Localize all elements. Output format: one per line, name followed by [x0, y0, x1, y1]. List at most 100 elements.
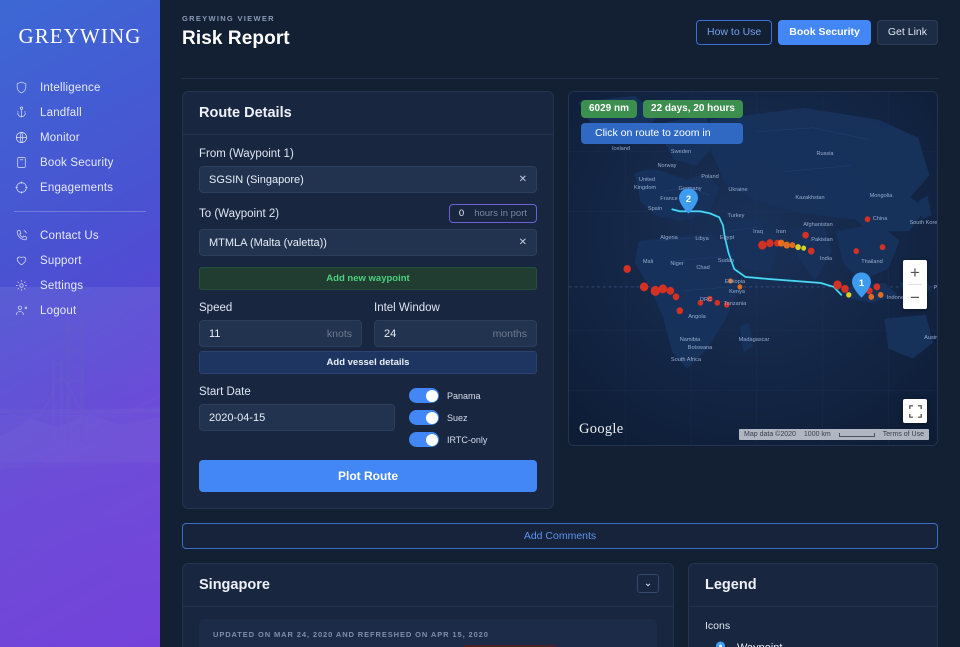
sidebar-item-settings[interactable]: Settings [14, 273, 160, 298]
map-canvas[interactable]: IcelandFinlandSwedenNorwayUnitedKingdomP… [569, 92, 937, 445]
map-country-label: Namibia [680, 337, 701, 343]
fullscreen-icon [909, 405, 922, 418]
sidebar-item-label: Book Security [40, 157, 114, 169]
sidebar-item-support[interactable]: Support [14, 248, 160, 273]
map-country-label: Angola [688, 314, 705, 320]
irtc-only-toggle-label: IRTC-only [447, 435, 487, 445]
how-to-use-button[interactable]: How to Use [696, 20, 772, 45]
country-intel-panel: Singapore ⌄ UPDATED ON MAR 24, 2020 AND … [182, 563, 674, 647]
intel-panel-title: Singapore [199, 577, 270, 593]
map-hint-badge: Click on route to zoom in [581, 123, 743, 144]
suez-toggle[interactable] [409, 410, 439, 425]
from-waypoint-value: SGSIN (Singapore) [209, 174, 304, 186]
map-labels: IcelandFinlandSwedenNorwayUnitedKingdomP… [569, 92, 937, 445]
toggle-knob [426, 434, 438, 446]
map-country-label: Niger [670, 261, 683, 267]
sidebar-primary-nav: Intelligence Landfall Monitor Book Secur… [0, 75, 160, 200]
logout-user-icon [14, 303, 29, 318]
map-data-text: Map data ©2020 [744, 431, 796, 438]
route-details-panel: Route Details From (Waypoint 1) SGSIN (S… [182, 91, 554, 509]
speed-input[interactable]: 11 knots [199, 320, 362, 347]
content: Route Details From (Waypoint 1) SGSIN (S… [160, 79, 960, 647]
map-country-label: Botswana [688, 345, 713, 351]
clear-icon[interactable]: ✕ [519, 175, 527, 185]
map-country-label: Kingdom [634, 185, 656, 191]
from-waypoint-input[interactable]: SGSIN (Singapore) ✕ [199, 166, 537, 193]
heart-icon [14, 253, 29, 268]
add-new-waypoint-button[interactable]: Add new waypoint [199, 267, 537, 290]
shield-icon [14, 80, 29, 95]
panama-toggle[interactable] [409, 388, 439, 403]
chevron-down-icon[interactable]: ⌄ [637, 574, 659, 593]
map-country-label: Russia [816, 151, 833, 157]
sidebar-item-monitor[interactable]: Monitor [14, 125, 160, 150]
speed-label: Speed [199, 302, 362, 314]
legend-body: Icons Waypoint High Threat Medium Threat [689, 607, 937, 647]
waypoint-marker-1[interactable]: 1 [852, 272, 871, 303]
legend-item-waypoint: Waypoint [705, 641, 921, 647]
legend-panel: Legend Icons Waypoint High Threat [688, 563, 938, 647]
sidebar-item-book-security[interactable]: Book Security [14, 150, 160, 175]
intel-card[interactable]: UPDATED ON MAR 24, 2020 AND REFRESHED ON… [199, 619, 657, 647]
speed-unit: knots [327, 328, 352, 340]
get-link-button[interactable]: Get Link [877, 20, 938, 45]
add-vessel-details-button[interactable]: Add vessel details [199, 351, 537, 374]
clear-icon[interactable]: ✕ [519, 238, 527, 248]
add-comments-button[interactable]: Add Comments [182, 523, 938, 549]
sidebar-item-label: Monitor [40, 132, 80, 144]
phone-icon [14, 228, 29, 243]
map-country-label: Kenya [729, 289, 745, 295]
map-country-label: Turkey [728, 213, 745, 219]
irtc-only-toggle[interactable] [409, 432, 439, 447]
map-country-label: Iraq [753, 229, 763, 235]
map-country-label: Pakistan [811, 237, 832, 243]
to-waypoint-input[interactable]: MTMLA (Malta (valetta)) ✕ [199, 229, 537, 256]
map-attribution: Map data ©2020 1000 km Terms of Use [739, 429, 929, 440]
duration-badge: 22 days, 20 hours [643, 100, 743, 118]
map-country-label: Tanzania [724, 301, 746, 307]
sidebar-item-label: Settings [40, 280, 83, 292]
route-map[interactable]: IcelandFinlandSwedenNorwayUnitedKingdomP… [568, 91, 938, 446]
start-date-input[interactable]: 2020-04-15 [199, 404, 395, 431]
sidebar-item-engagements[interactable]: Engagements [14, 175, 160, 200]
panama-toggle-row: Panama [409, 388, 537, 403]
fullscreen-button[interactable] [903, 399, 927, 423]
map-country-label: China [873, 216, 888, 222]
start-date-field: Start Date 2020-04-15 [199, 386, 395, 431]
speed-field: Speed 11 knots [199, 302, 362, 347]
plot-route-button[interactable]: Plot Route [199, 460, 537, 492]
sidebar-item-label: Support [40, 255, 82, 267]
map-country-label: Afghanistan [803, 222, 833, 228]
map-country-label: Poland [701, 174, 718, 180]
intel-card-meta: UPDATED ON MAR 24, 2020 AND REFRESHED ON… [213, 630, 643, 639]
hours-in-port-input[interactable]: 0 hours in port [449, 204, 537, 223]
waypoint-marker-2[interactable]: 2 [679, 188, 698, 219]
map-country-label: Iceland [612, 146, 630, 152]
sidebar-item-intelligence[interactable]: Intelligence [14, 75, 160, 100]
book-security-button[interactable]: Book Security [778, 20, 871, 45]
sidebar-item-logout[interactable]: Logout [14, 298, 160, 323]
toggle-knob [426, 390, 438, 402]
intel-card-list: UPDATED ON MAR 24, 2020 AND REFRESHED ON… [183, 607, 673, 647]
to-waypoint-field: To (Waypoint 2) 0 hours in port MTMLA (M… [199, 204, 537, 256]
map-country-label: Sweden [671, 149, 691, 155]
intel-window-unit: months [493, 328, 527, 340]
sidebar-item-contact-us[interactable]: Contact Us [14, 223, 160, 248]
map-country-label: Mongolia [870, 193, 893, 199]
map-country-label: Madagascar [739, 337, 770, 343]
zoom-in-button[interactable]: + [903, 260, 927, 284]
map-scale-text: 1000 km [804, 431, 831, 438]
from-waypoint-label: From (Waypoint 1) [199, 148, 537, 160]
map-country-label: India [820, 256, 832, 262]
map-country-label: Libya [695, 236, 708, 242]
sidebar-item-landfall[interactable]: Landfall [14, 100, 160, 125]
zoom-out-button[interactable]: − [903, 285, 927, 309]
intel-window-field: Intel Window 24 months [374, 302, 537, 347]
gear-icon [14, 278, 29, 293]
terms-of-use-link[interactable]: Terms of Use [883, 431, 924, 438]
sidebar-divider [14, 211, 146, 212]
map-country-label: Australia [924, 335, 937, 341]
intel-window-input[interactable]: 24 months [374, 320, 537, 347]
map-country-label: South Korea [909, 220, 937, 226]
top-row: Route Details From (Waypoint 1) SGSIN (S… [182, 91, 938, 509]
